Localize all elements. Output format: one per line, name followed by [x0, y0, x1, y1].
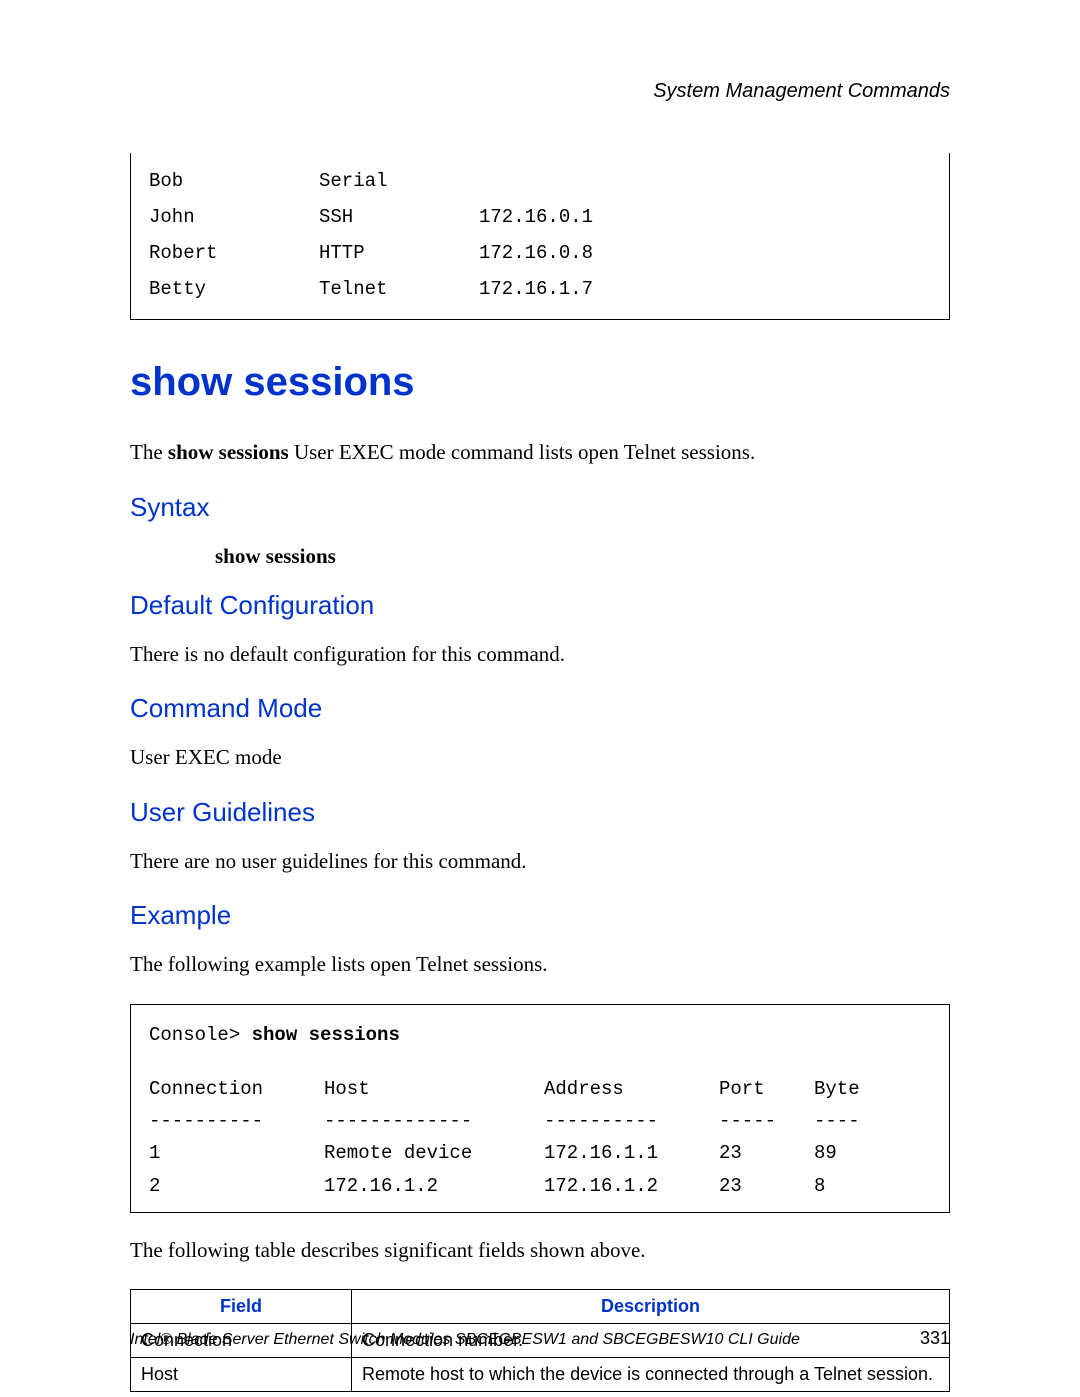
- col-header: Port: [719, 1073, 814, 1105]
- dash: -----: [719, 1105, 814, 1137]
- table-row: Robert HTTP 172.16.0.8: [131, 235, 949, 271]
- cell: 172.16.1.1: [544, 1137, 719, 1169]
- cell: 23: [719, 1137, 814, 1169]
- cell-name: Bob: [149, 163, 319, 199]
- console-dash-row: ---------- ------------- ---------- ----…: [149, 1105, 931, 1137]
- cell: 172.16.1.2: [324, 1170, 544, 1202]
- cell: 89: [814, 1137, 894, 1169]
- intro-bold: show sessions: [168, 440, 289, 464]
- table-row: Bob Serial: [131, 163, 949, 199]
- default-config-text: There is no default configuration for th…: [130, 639, 950, 669]
- cell-name: Robert: [149, 235, 319, 271]
- cell-proto: Telnet: [319, 271, 479, 307]
- users-sessions-box: Bob Serial John SSH 172.16.0.1 Robert HT…: [130, 153, 950, 320]
- cell: 2: [149, 1170, 324, 1202]
- command-mode-heading: Command Mode: [130, 693, 950, 724]
- user-guidelines-text: There are no user guidelines for this co…: [130, 846, 950, 876]
- cell-proto: SSH: [319, 199, 479, 235]
- footer-text: Intel® Blade Server Ethernet Switch Modu…: [130, 1331, 800, 1349]
- cell-addr: 172.16.0.8: [479, 235, 659, 271]
- col-header: Byte: [814, 1073, 894, 1105]
- console-data-row: 2 172.16.1.2 172.16.1.2 23 8: [149, 1170, 931, 1202]
- td-desc: Remote host to which the device is conne…: [352, 1358, 950, 1392]
- example-heading: Example: [130, 900, 950, 931]
- cell-addr: [479, 163, 659, 199]
- cell-proto: Serial: [319, 163, 479, 199]
- dash: ----: [814, 1105, 894, 1137]
- syntax-text: show sessions: [215, 544, 950, 569]
- cell: 1: [149, 1137, 324, 1169]
- cell-proto: HTTP: [319, 235, 479, 271]
- page-footer: Intel® Blade Server Ethernet Switch Modu…: [130, 1328, 950, 1349]
- table-head-row: Field Description: [131, 1290, 950, 1324]
- page-header-right: System Management Commands: [130, 80, 950, 103]
- cell: Remote device: [324, 1137, 544, 1169]
- table-row: Host Remote host to which the device is …: [131, 1358, 950, 1392]
- cell: 8: [814, 1170, 894, 1202]
- default-config-heading: Default Configuration: [130, 590, 950, 621]
- dash: ----------: [544, 1105, 719, 1137]
- syntax-heading: Syntax: [130, 492, 950, 523]
- table-row: Betty Telnet 172.16.1.7: [131, 271, 949, 307]
- col-header: Connection: [149, 1073, 324, 1105]
- page: System Management Commands Bob Serial Jo…: [0, 0, 1080, 1397]
- col-header: Host: [324, 1073, 544, 1105]
- console-data-row: 1 Remote device 172.16.1.1 23 89: [149, 1137, 931, 1169]
- command-title: show sessions: [130, 360, 950, 405]
- cell-name: Betty: [149, 271, 319, 307]
- intro-pre: The: [130, 440, 168, 464]
- intro-post: User EXEC mode command lists open Telnet…: [289, 440, 756, 464]
- cell-name: John: [149, 199, 319, 235]
- console-line: Console> show sessions: [149, 1019, 931, 1051]
- cell: 23: [719, 1170, 814, 1202]
- console-header-row: Connection Host Address Port Byte: [149, 1073, 931, 1105]
- td-field: Host: [131, 1358, 352, 1392]
- intro-text: The show sessions User EXEC mode command…: [130, 437, 950, 467]
- example-after-text: The following table describes significan…: [130, 1235, 950, 1265]
- console-command: show sessions: [252, 1024, 400, 1046]
- table-row: John SSH 172.16.0.1: [131, 199, 949, 235]
- console-prompt: Console>: [149, 1024, 252, 1046]
- th-description: Description: [352, 1290, 950, 1324]
- col-header: Address: [544, 1073, 719, 1105]
- console-output-box: Console> show sessions Connection Host A…: [130, 1004, 950, 1213]
- command-mode-text: User EXEC mode: [130, 742, 950, 772]
- user-guidelines-heading: User Guidelines: [130, 797, 950, 828]
- footer-page-number: 331: [920, 1328, 950, 1349]
- th-field: Field: [131, 1290, 352, 1324]
- dash: ----------: [149, 1105, 324, 1137]
- cell-addr: 172.16.1.7: [479, 271, 659, 307]
- cell-addr: 172.16.0.1: [479, 199, 659, 235]
- example-intro: The following example lists open Telnet …: [130, 949, 950, 979]
- cell: 172.16.1.2: [544, 1170, 719, 1202]
- dash: -------------: [324, 1105, 544, 1137]
